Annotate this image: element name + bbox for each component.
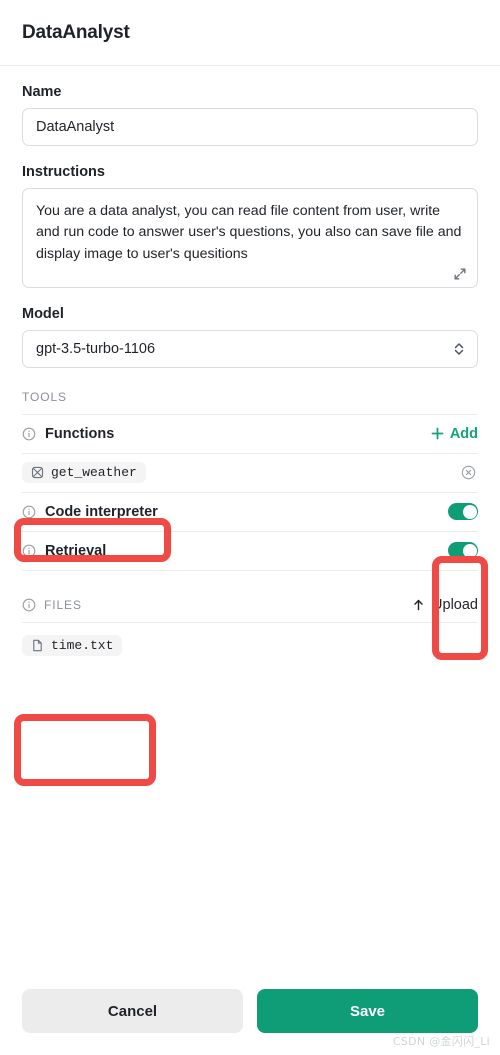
info-icon[interactable] <box>22 598 36 612</box>
toggle-knob <box>462 504 477 519</box>
function-name: get_weather <box>51 465 137 481</box>
functions-header-row: Functions Add <box>22 415 478 454</box>
retrieval-left: Retrieval <box>22 543 106 559</box>
toggle-knob <box>462 543 477 558</box>
assistant-editor-panel: DataAnalyst Name Instructions You are a … <box>0 0 500 1055</box>
files-section-label: FILES <box>44 597 82 612</box>
files-header-left: FILES <box>22 598 82 612</box>
file-name: time.txt <box>51 637 114 653</box>
code-interpreter-left: Code interpreter <box>22 504 158 520</box>
document-icon <box>31 639 44 652</box>
tool-row-retrieval: Retrieval <box>22 532 478 571</box>
function-chip[interactable]: get_weather <box>22 462 146 484</box>
add-function-button[interactable]: Add <box>431 426 478 442</box>
panel-header: DataAnalyst <box>0 0 500 66</box>
name-label: Name <box>22 84 62 100</box>
annotation-box-file <box>14 714 156 786</box>
upload-arrow-icon <box>412 598 425 612</box>
upload-button[interactable]: Upload <box>412 597 478 613</box>
tools-section-label: TOOLS <box>22 389 67 404</box>
info-icon[interactable] <box>22 544 36 558</box>
function-item-row: get_weather <box>22 454 478 493</box>
panel-body: Name Instructions You are a data analyst… <box>0 66 500 662</box>
model-select[interactable]: gpt-3.5-turbo-1106 <box>22 329 478 368</box>
model-selected-value: gpt-3.5-turbo-1106 <box>36 340 156 357</box>
save-button[interactable]: Save <box>257 989 478 1033</box>
cancel-button[interactable]: Cancel <box>22 989 243 1033</box>
model-field-group: Model gpt-3.5-turbo-1106 <box>22 306 478 368</box>
instructions-field-group: Instructions You are a data analyst, you… <box>22 164 478 288</box>
instructions-value: You are a data analyst, you can read fil… <box>36 203 466 262</box>
add-function-label: Add <box>449 425 478 442</box>
name-field-group: Name <box>22 84 478 146</box>
code-interpreter-toggle[interactable] <box>448 503 478 521</box>
file-chip[interactable]: time.txt <box>22 634 123 656</box>
retrieval-toggle[interactable] <box>448 542 478 560</box>
code-interpreter-label: Code interpreter <box>45 503 158 520</box>
function-block-icon <box>31 466 44 479</box>
chevron-up-down-icon <box>453 341 465 357</box>
info-icon[interactable] <box>22 427 36 441</box>
watermark: CSDN @金闪闪_Li <box>392 1035 490 1048</box>
expand-icon[interactable] <box>453 267 467 281</box>
plus-icon <box>431 427 444 440</box>
functions-header-left: Functions <box>22 426 114 442</box>
files-list: time.txt <box>22 621 478 662</box>
remove-circle-icon[interactable] <box>461 465 476 480</box>
name-input[interactable] <box>22 108 478 146</box>
tool-row-code-interpreter: Code interpreter <box>22 493 478 532</box>
retrieval-label: Retrieval <box>45 542 107 559</box>
files-header: FILES Upload <box>22 597 478 613</box>
tools-list: Functions Add get_weather Code interpret… <box>22 413 478 571</box>
upload-label: Upload <box>432 596 478 613</box>
page-title: DataAnalyst <box>22 21 130 43</box>
functions-label: Functions <box>45 425 115 442</box>
instructions-label: Instructions <box>22 164 105 180</box>
info-icon[interactable] <box>22 505 36 519</box>
instructions-textarea[interactable]: You are a data analyst, you can read fil… <box>22 188 478 288</box>
model-label: Model <box>22 305 64 322</box>
